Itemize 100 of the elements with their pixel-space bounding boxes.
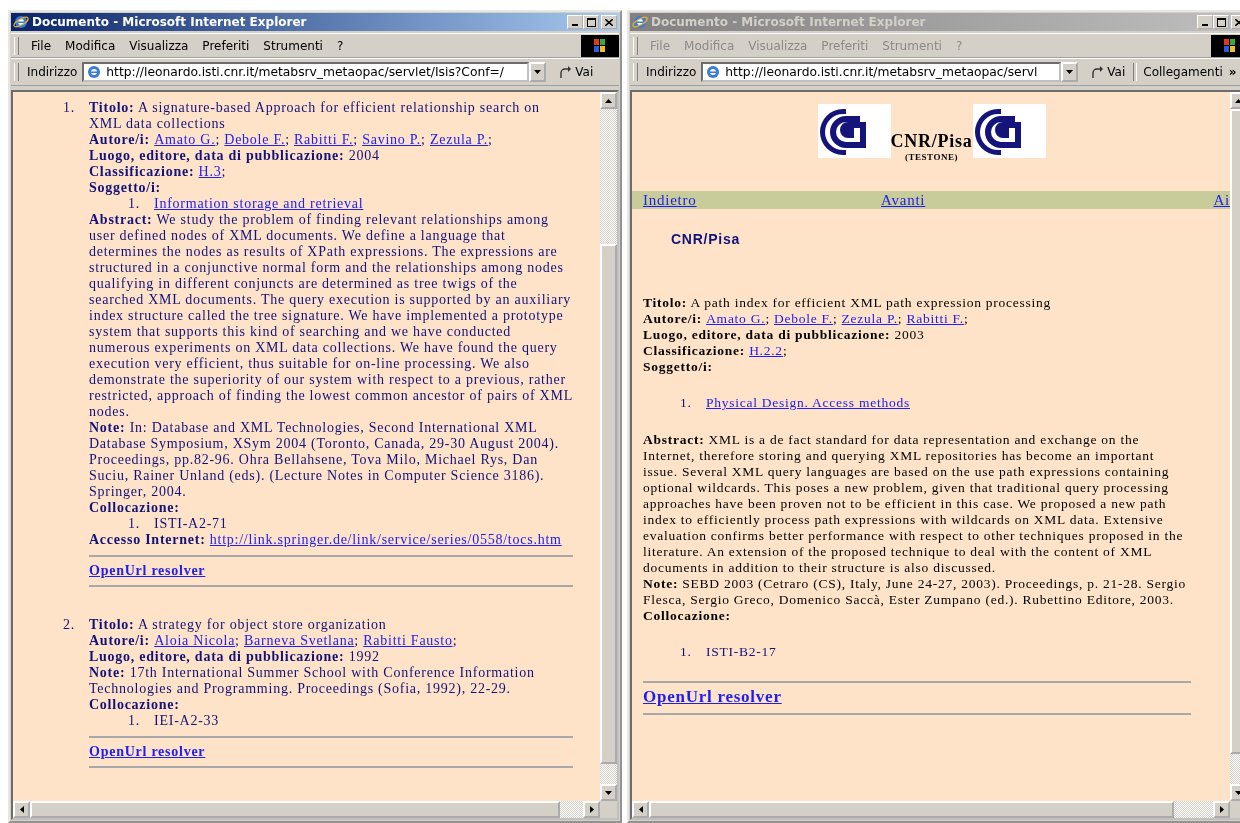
internet-link[interactable]: http://link.springer.de/link/service/series/0558/tocs.htm [209, 532, 562, 547]
scroll-left-button[interactable] [13, 801, 30, 818]
dropdown-button[interactable] [1061, 62, 1079, 82]
scroll-right-button[interactable] [1213, 801, 1230, 818]
record-field: Note: SEBD 2003 (Cetraro (CS), Italy, June 24-27, 2003). Proceedings, p. 21-28. Sergio Flesca, Sergio Greco, Domenico Saccà, Ester Zumpano (ed.). Rubettino Editore, 2003. [643, 576, 1191, 608]
go-button[interactable]: Vai [548, 65, 600, 79]
logo-icon [972, 104, 1046, 158]
resolver-link[interactable]: OpenUrl resolver [89, 563, 206, 579]
field-label: Soggetto/i: [89, 180, 162, 196]
nav-link[interactable]: Ai [1213, 191, 1230, 209]
section-heading: CNR/Pisa [671, 231, 742, 247]
dropdown-button[interactable] [529, 62, 547, 82]
caret-icon [534, 70, 542, 74]
site-subtitle: (TESTONE) [905, 151, 958, 163]
browser-icon [632, 14, 648, 30]
scroll-up-button[interactable] [600, 92, 617, 109]
record-field: Luogo, editore, data di pubblicazione: 1992 [89, 649, 573, 665]
subject-link[interactable]: Physical Design. Access methods [706, 395, 910, 411]
menu-item[interactable]: Strumenti [257, 38, 331, 53]
subject-link[interactable]: Information storage and retrieval [154, 196, 364, 212]
record-link[interactable]: Debole F. [224, 132, 286, 147]
menu-item[interactable]: Visualizza [123, 38, 197, 53]
separator-text: ; [354, 633, 360, 648]
arrow-icon [558, 65, 573, 79]
record-field: Abstract: We study the problem of finding relevant relationships among user defined nodes of XML documents. We define a language that determines the nodes as results of XPath expressions. The expressions are structured in a conjunctive normal form and the relationships among nodes qualifying in different conjuncts are determined as tree twigs of the searched XML documents. The query execution is supported by an auxiliary index structure called the tree signature. We have implemented a prototype system that supports this kind of searching and we have conducted numerous experiments on XML data collections. We have found the query execution very efficient, thus suitable for on-line processing. We also demonstrate the superiority of our system with respect to a previous, rather restricted, approach of finding the lowest common ancestor of pairs of XML nodes. [89, 212, 573, 420]
record-link[interactable]: Aloia Nicola [154, 633, 236, 648]
record-link[interactable]: H.3 [198, 164, 222, 179]
record-link[interactable]: Zezula P. [841, 311, 898, 326]
separator-text: ; [235, 633, 241, 648]
record-field: Note: In: Database and XML Technologies, Second International XML Database Symposium, XSym 2004 (Toronto, Canada, 29-30 August 2004). Proceedings, pp.82-96. Ohra Bellahsene, Tova Milo, Michael Rys, Dan Suciu, Rainer Unland (eds). (Lecture Notes in Computer Science 3186). Springer, 2004. [89, 420, 573, 500]
resolver-link[interactable]: OpenUrl resolver [89, 744, 206, 760]
field-label: Classificazione: [643, 343, 745, 358]
record-link[interactable]: Savino P. [362, 132, 422, 147]
record-link[interactable]: Rabitti F. [906, 311, 964, 326]
window-title: Documento - Microsoft Internet Explorer [32, 15, 308, 29]
separator-text: ; [897, 311, 904, 326]
minimize-button[interactable] [567, 15, 583, 29]
list-number: 1. [680, 395, 693, 411]
address-field[interactable]: http://leonardo.isti.cnr.it/metabsrv_metaopac/servlet/Isis?Conf=/ [82, 62, 530, 82]
record-link[interactable]: Zezula P. [429, 132, 489, 147]
window-title: Documento - Microsoft Internet Explorer [651, 15, 927, 29]
field-label: Soggetto/i: [643, 359, 714, 375]
separator-text: ; [963, 311, 969, 326]
separator-text: ; [221, 164, 227, 179]
separator-text: ; [782, 343, 788, 358]
record-number: 1. [63, 100, 76, 117]
record-link[interactable]: Amato G. [154, 132, 216, 147]
close-button[interactable] [601, 15, 617, 29]
field-label: Autore/i: [643, 311, 702, 326]
maximize-button[interactable] [583, 15, 599, 29]
list-number: 1. [128, 196, 141, 212]
record-link[interactable]: Rabitti Fausto [363, 633, 453, 648]
menu-item[interactable]: ? [330, 38, 352, 53]
record-field: Note: 17th International Summer School with Conference Information Technologies and Programming. Proceedings (Sofia, 1992), 22-29. [89, 665, 573, 697]
list-number: 1. [680, 644, 693, 660]
nav-link[interactable]: Indietro [643, 191, 881, 209]
list-item-text: IEI-A2-33 [154, 713, 220, 729]
minimize-button[interactable] [1197, 15, 1213, 29]
maximize-button[interactable] [1213, 15, 1229, 29]
record-field: Abstract: XML is a de fact standard for data representation and exchange on the Internet, therefore storing and querying XML repositories has become an important issue. Several XML query languages are based on the use path expressions containing optional wildcards. This poses a new problem, given that traditional query processing approaches have been proven not to be efficient in this case. We proposed a new path index to efficiently process path expressions with wildcards on XML data. Extensive evaluation confirms better performance with respect to other techniques proposed in the literature. An extension of the proposed technique to deal with the content of XML documents in addition to their structure is also discussed. [643, 432, 1191, 576]
record-number: 2. [63, 617, 76, 634]
site-title: CNR/Pisa [890, 131, 973, 151]
arrow-icon [1090, 65, 1105, 79]
address-label: Indirizzo [27, 65, 79, 79]
record-link[interactable]: Rabitti F. [294, 132, 354, 147]
scroll-down-button[interactable] [600, 784, 617, 801]
list-number: 1. [128, 516, 141, 532]
address-field[interactable]: http://leonardo.isti.cnr.it/metabsrv_metaopac/servl [701, 62, 1062, 82]
separator-text: ; [832, 311, 839, 326]
go-button[interactable]: Vai [1080, 65, 1132, 79]
record-link[interactable]: H.2.2 [749, 343, 783, 358]
down-arrow-icon [1235, 790, 1240, 795]
field-label: Collocazione: [89, 500, 181, 516]
separator-text: ; [353, 132, 359, 147]
record-field: Luogo, editore, data di pubblicazione: 2003 [643, 327, 1191, 343]
scroll-thumb[interactable] [600, 244, 617, 764]
resolver-link[interactable]: OpenUrl resolver [643, 687, 782, 707]
menu-item[interactable]: File [25, 38, 60, 53]
vertical-scrollbar[interactable] [600, 92, 617, 801]
scroll-right-button[interactable] [583, 801, 600, 818]
close-icon [1235, 18, 1240, 26]
links-label[interactable]: Collegamenti [1139, 65, 1227, 79]
menu-item[interactable]: Modifica [59, 38, 124, 53]
right-arrow-icon [1219, 806, 1224, 813]
record-link[interactable]: Amato G. [706, 311, 766, 326]
record-link[interactable]: Debole F. [774, 311, 833, 326]
list-item-text: ISTI-B2-17 [706, 644, 777, 660]
caret-icon [1066, 70, 1074, 74]
windows-logo-icon [581, 34, 619, 57]
menu-item[interactable]: Preferiti [196, 38, 258, 53]
nav-link[interactable]: Avanti [881, 191, 1214, 209]
field-label: Autore/i: [89, 633, 150, 648]
up-arrow-icon [605, 98, 612, 103]
address-label: Indirizzo [646, 65, 698, 79]
windows-logo-icon [1211, 34, 1240, 57]
scroll-left-button[interactable] [632, 801, 649, 818]
list-item-text: ISTI-A2-71 [154, 516, 228, 532]
field-label: Collocazione: [89, 697, 181, 713]
page-icon [705, 64, 722, 80]
more-links-button[interactable]: » [1228, 65, 1237, 79]
